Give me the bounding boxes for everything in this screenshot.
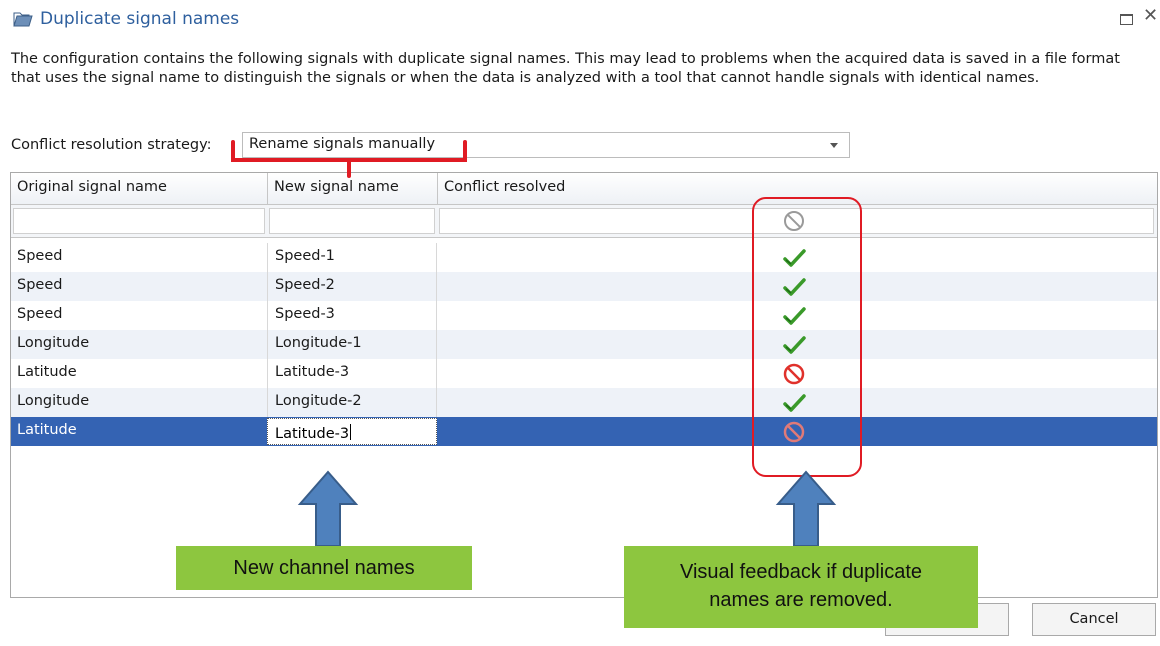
maximize-button[interactable] — [1120, 14, 1133, 25]
cancel-button[interactable]: Cancel — [1032, 603, 1156, 636]
new-name-cell[interactable]: Speed-1 — [267, 243, 437, 272]
red-bracket-annotation — [231, 140, 467, 178]
description-text: The configuration contains the following… — [11, 51, 1120, 86]
callout-line: Visual feedback if duplicate — [679, 561, 922, 583]
arrow-up-icon — [297, 470, 359, 547]
grid-header: Original signal name New signal name Con… — [11, 173, 1157, 205]
arrow-up-icon — [775, 470, 837, 547]
table-row-selected[interactable]: Latitude Latitude-3 — [11, 417, 1157, 446]
callout-visual-feedback: Visual feedback if duplicate names are r… — [624, 546, 978, 628]
filter-row — [11, 205, 1157, 238]
original-name-cell: Longitude — [17, 335, 90, 351]
strategy-label: Conflict resolution strategy: — [11, 137, 212, 153]
table-row[interactable]: Latitude Latitude-3 — [11, 359, 1157, 388]
original-name-cell: Speed — [17, 306, 63, 322]
filter-cell-original[interactable] — [13, 208, 265, 234]
new-name-cell[interactable]: Speed-3 — [267, 301, 437, 330]
new-name-cell[interactable]: Longitude-1 — [267, 330, 437, 359]
original-name-cell: Speed — [17, 277, 63, 293]
close-button[interactable]: ✕ — [1143, 6, 1158, 26]
original-name-cell: Speed — [17, 248, 63, 264]
table-row[interactable]: Longitude Longitude-1 — [11, 330, 1157, 359]
original-name-cell: Latitude — [17, 422, 77, 438]
original-name-cell: Latitude — [17, 364, 77, 380]
filter-cell-new[interactable] — [269, 208, 435, 234]
text-cursor — [350, 424, 352, 440]
table-row[interactable]: Speed Speed-3 — [11, 301, 1157, 330]
new-name-cell[interactable]: Speed-2 — [267, 272, 437, 301]
signal-grid: Original signal name New signal name Con… — [10, 172, 1158, 598]
folder-icon — [13, 12, 33, 27]
table-row[interactable]: Speed Speed-2 — [11, 272, 1157, 301]
new-name-cell[interactable]: Longitude-2 — [267, 388, 437, 417]
chevron-down-icon[interactable] — [830, 143, 838, 148]
original-name-cell: Longitude — [17, 393, 90, 409]
table-row[interactable]: Speed Speed-1 — [11, 243, 1157, 272]
callout-new-names: New channel names — [176, 546, 472, 590]
callout-line: names are removed. — [709, 589, 893, 611]
new-name-cell[interactable]: Latitude-3 — [267, 359, 437, 388]
new-name-edit-input[interactable]: Latitude-3 — [267, 418, 437, 445]
red-highlight-box — [752, 197, 862, 477]
window-title: Duplicate signal names — [40, 9, 240, 29]
table-row[interactable]: Longitude Longitude-2 — [11, 388, 1157, 417]
title-bar: Duplicate signal names ✕ — [0, 0, 1160, 40]
new-name-value: Latitude-3 — [275, 426, 350, 442]
